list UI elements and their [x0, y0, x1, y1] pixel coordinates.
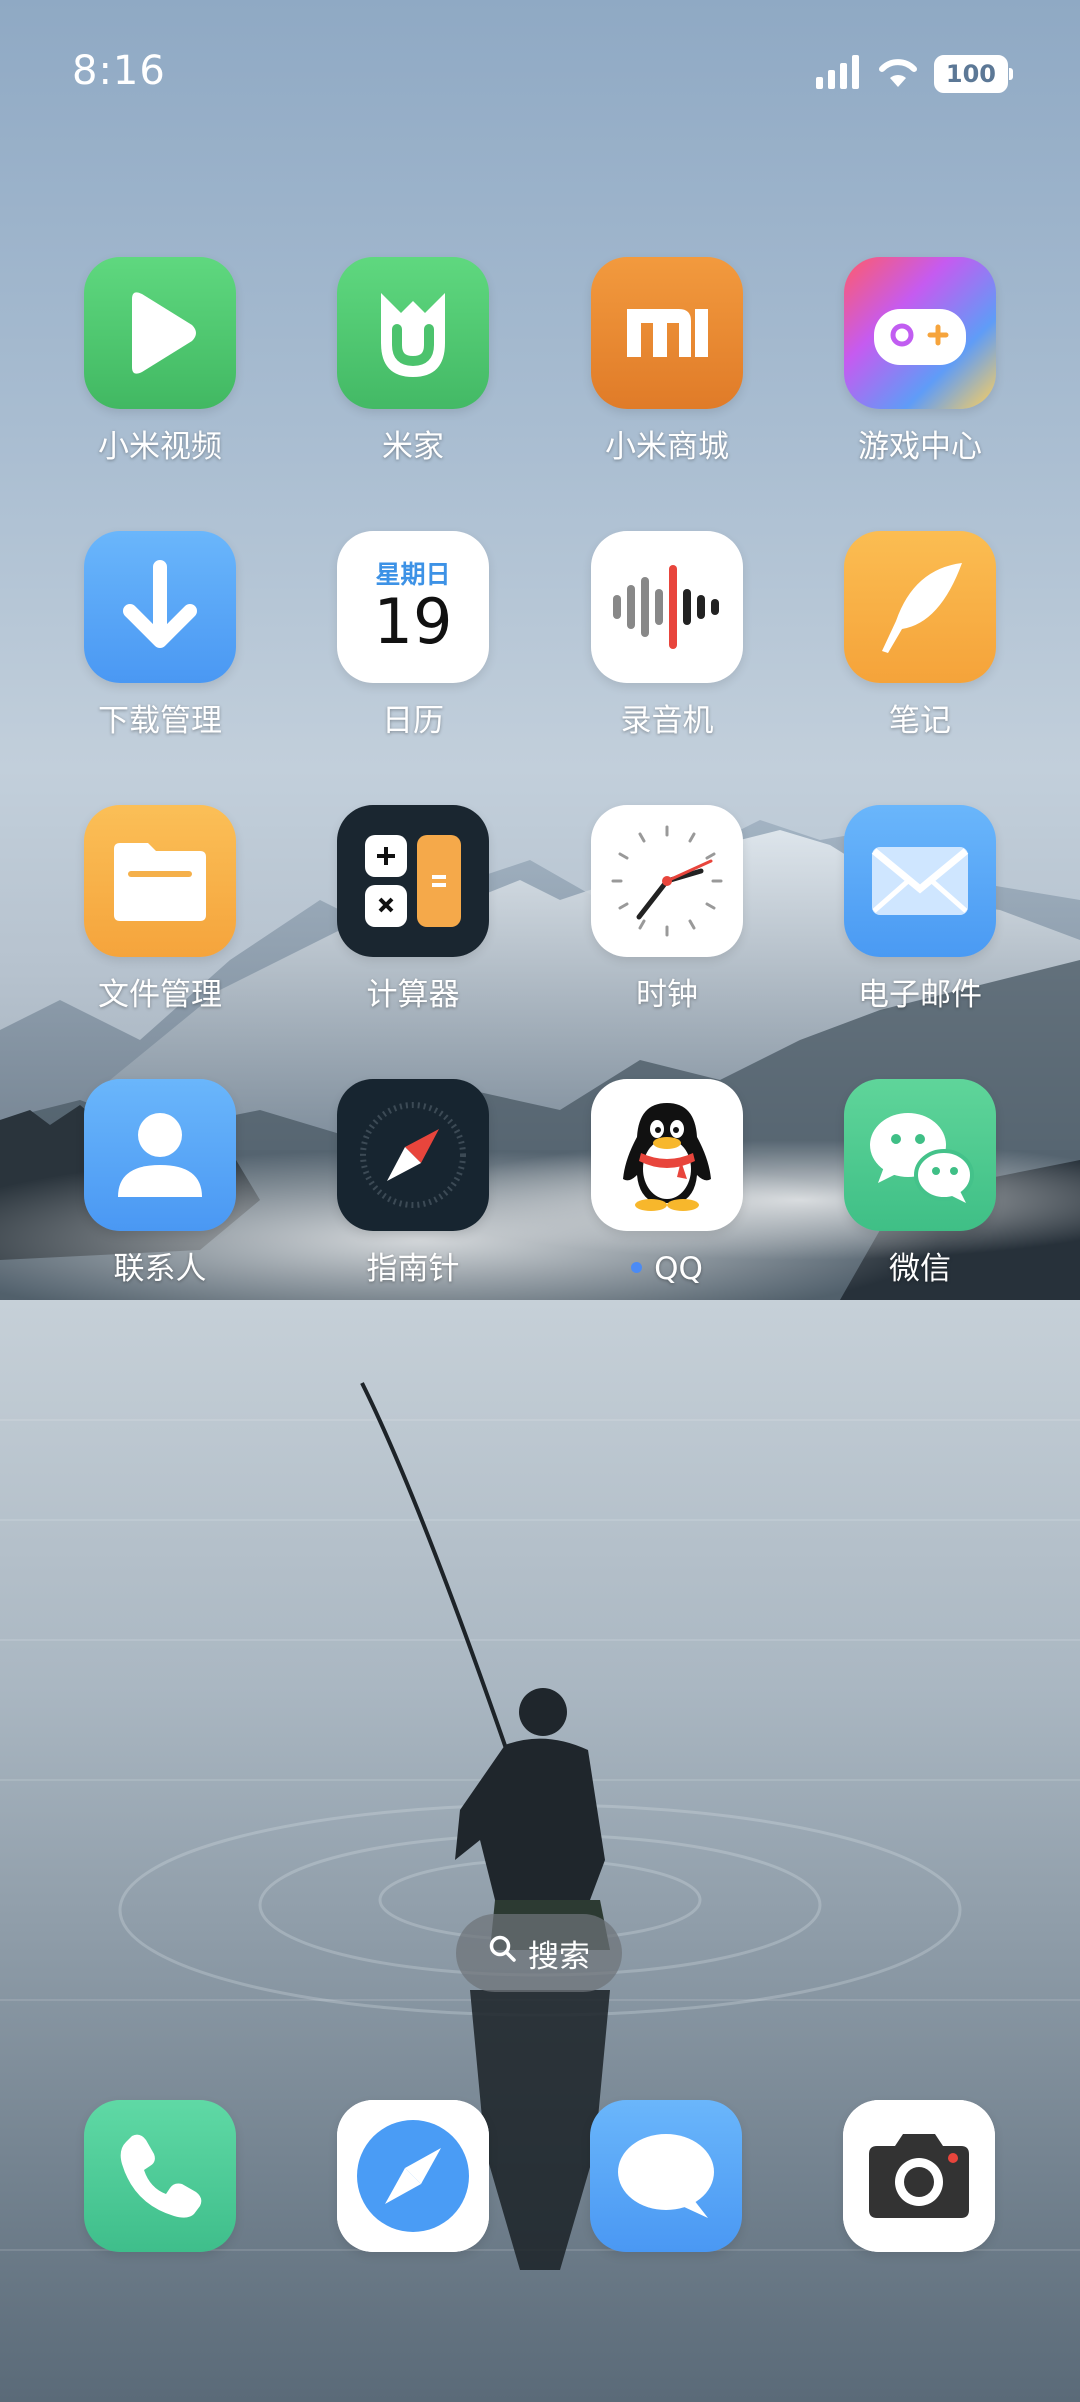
- quill-icon: [844, 531, 996, 683]
- app-label: 电子邮件: [858, 977, 982, 1013]
- app-label-text: QQ: [654, 1251, 703, 1287]
- app-wechat[interactable]: 微信: [810, 1079, 1030, 1289]
- person-icon: [84, 1079, 236, 1231]
- dock-browser[interactable]: [337, 2100, 489, 2252]
- new-update-dot: [631, 1262, 643, 1273]
- dock-messages[interactable]: [590, 2100, 742, 2252]
- app-email[interactable]: 电子邮件: [810, 805, 1030, 1015]
- app-label: 游戏中心: [858, 429, 982, 465]
- status-time: 8:16: [72, 48, 166, 94]
- app-file-manager[interactable]: 文件管理: [50, 805, 270, 1015]
- dock-camera[interactable]: [843, 2100, 995, 2252]
- search-icon: [488, 1934, 518, 1972]
- wifi-icon: [876, 55, 920, 93]
- mi-logo-icon: [591, 257, 743, 409]
- camera-icon: [843, 2100, 995, 2252]
- app-calendar[interactable]: 星期日 19 日历: [303, 531, 523, 741]
- waveform-icon: [591, 531, 743, 683]
- calculator-icon: [337, 805, 489, 957]
- cellular-signal-icon: [815, 55, 862, 93]
- clock-icon: [591, 805, 743, 957]
- app-label: 时钟: [636, 977, 698, 1013]
- calendar-icon: 星期日 19: [337, 531, 489, 683]
- search-button[interactable]: 搜索: [456, 1914, 622, 1992]
- app-game-center[interactable]: 游戏中心: [810, 257, 1030, 467]
- app-label: 指南针: [366, 1251, 460, 1287]
- status-bar: 8:16 100: [0, 0, 1080, 150]
- status-icons: 100: [815, 54, 1014, 94]
- app-label: 日历: [382, 703, 444, 739]
- app-clock[interactable]: 时钟: [557, 805, 777, 1015]
- app-mijia[interactable]: 米家: [303, 257, 523, 467]
- app-qq[interactable]: QQ: [557, 1079, 777, 1289]
- app-label: 联系人: [113, 1251, 207, 1287]
- battery-indicator: 100: [933, 55, 1014, 93]
- app-label: QQ: [557, 1249, 777, 1289]
- calendar-day: 19: [373, 585, 453, 658]
- app-label: 录音机: [620, 703, 714, 739]
- app-recorder[interactable]: 录音机: [557, 531, 777, 741]
- play-icon: [84, 257, 236, 409]
- phone-icon: [84, 2100, 236, 2252]
- app-label: 下载管理: [98, 703, 222, 739]
- app-contacts[interactable]: 联系人: [50, 1079, 270, 1289]
- app-xiaomi-video[interactable]: 小米视频: [50, 257, 270, 467]
- compass-icon: [337, 1079, 489, 1231]
- app-calculator[interactable]: 计算器: [303, 805, 523, 1015]
- dock-phone[interactable]: [84, 2100, 236, 2252]
- app-label: 小米商城: [605, 429, 729, 465]
- app-label: 微信: [889, 1251, 951, 1287]
- app-compass[interactable]: 指南针: [303, 1079, 523, 1289]
- download-arrow-icon: [84, 531, 236, 683]
- envelope-icon: [844, 805, 996, 957]
- folder-icon: [84, 805, 236, 957]
- gamepad-icon: [844, 257, 996, 409]
- message-bubble-icon: [590, 2100, 742, 2252]
- app-label: 米家: [382, 429, 444, 465]
- app-label: 小米视频: [98, 429, 222, 465]
- penguin-icon: [591, 1079, 743, 1231]
- app-label: 笔记: [889, 703, 951, 739]
- wechat-bubbles-icon: [844, 1079, 996, 1231]
- app-download-manager[interactable]: 下载管理: [50, 531, 270, 741]
- app-mi-store[interactable]: 小米商城: [557, 257, 777, 467]
- browser-compass-icon: [337, 2100, 489, 2252]
- app-label: 文件管理: [98, 977, 222, 1013]
- search-label: 搜索: [528, 1938, 590, 1975]
- app-label: 计算器: [366, 977, 460, 1013]
- mijia-icon: [337, 257, 489, 409]
- app-notes[interactable]: 笔记: [810, 531, 1030, 741]
